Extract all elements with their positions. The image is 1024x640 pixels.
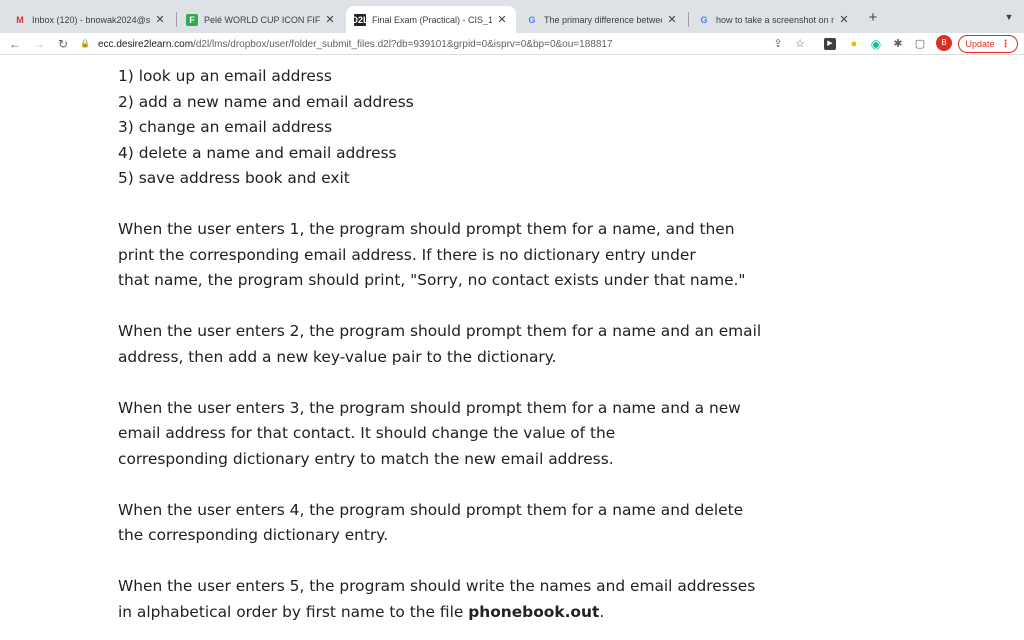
tab-title: Final Exam (Practical) - CIS_10 [372,14,492,25]
url-host: ecc.desire2learn.com [98,38,194,50]
tab-title: Inbox (120) - bnowak2024@st [32,14,150,25]
paragraph-line: that name, the program should print, "So… [118,271,746,289]
url-text: ecc.desire2learn.com/d2l/lms/dropbox/use… [98,39,613,50]
close-icon[interactable]: ✕ [838,13,850,26]
paragraph-line: the corresponding dictionary entry. [118,526,389,544]
tab-separator [688,12,689,27]
menu-option-1: 1) look up an email address [118,67,332,85]
tab-title: how to take a screenshot on m [716,14,834,25]
paragraph-line: When the user enters 2, the program shou… [118,322,762,340]
page-content: 1) look up an email address 2) add a new… [0,56,1024,640]
output-filename: phonebook.out [468,602,600,621]
profile-avatar[interactable]: B [936,35,952,51]
forward-arrow-icon[interactable]: → [30,35,48,53]
menu-option-3: 3) change an email address [118,118,333,136]
menu-option-4: 4) delete a name and email address [118,143,397,162]
paragraph-option-1: When the user enters 1, the program shou… [118,217,778,294]
exam-instructions: 1) look up an email address 2) add a new… [118,64,778,625]
google-icon: G [700,14,708,25]
paragraph-line: print the corresponding email address. I… [118,245,696,264]
gmail-icon: M [16,14,24,25]
close-icon[interactable]: ✕ [496,13,508,26]
futbin-icon: F [186,13,198,26]
tab-strip: M Inbox (120) - bnowak2024@st ✕ F Pelé W… [0,0,1024,33]
update-label: Update [965,39,995,49]
tab-final-exam[interactable]: D2L Final Exam (Practical) - CIS_10 ✕ [346,6,516,33]
back-arrow-icon[interactable]: ← [6,35,24,53]
grammarly-icon[interactable]: ◉ [868,36,884,52]
paragraph-line: When the user enters 1, the program shou… [118,220,735,238]
tab-separator [176,12,177,27]
kebab-menu-icon: ⋮ [1000,38,1011,50]
tab-search-chevron-icon[interactable]: ▼ [1002,9,1016,25]
tab-title: Pelé WORLD CUP ICON FIFA 2 [204,14,320,25]
menu-option-2: 2) add a new name and email address [118,92,414,111]
update-button[interactable]: Update ⋮ [958,35,1018,53]
new-tab-plus-icon[interactable]: + [864,9,882,27]
menu-option-5: 5) save address book and exit [118,169,350,187]
pdf-extension-icon[interactable]: ▶ [824,38,836,50]
paragraph-option-3: When the user enters 3, the program shou… [118,396,778,473]
share-icon[interactable]: ⇪ [770,36,786,52]
tab-primary-difference[interactable]: G The primary difference betwee ✕ [518,6,686,33]
reload-icon[interactable]: ↻ [54,35,72,53]
paragraph-option-5: When the user enters 5, the program shou… [118,574,778,625]
browser-toolbar: ← → ↻ 🔒 ecc.desire2learn.com/d2l/lms/dro… [0,33,1024,55]
url-path: /d2l/lms/dropbox/user/folder_submit_file… [193,38,613,50]
tab-screenshot-search[interactable]: G how to take a screenshot on m ✕ [690,6,858,33]
honey-extension-icon[interactable]: ● [846,36,862,52]
paragraph-line: address, then add a new key-value pair t… [118,347,557,366]
lock-icon[interactable]: 🔒 [80,39,90,49]
paragraph-line: When the user enters 4, the program shou… [118,500,744,519]
close-icon[interactable]: ✕ [324,13,336,26]
side-panel-icon[interactable]: ▢ [912,36,928,52]
paragraph-line: in alphabetical order by first name to t… [118,600,778,626]
paragraph-period: . [599,602,605,621]
close-icon[interactable]: ✕ [154,13,166,26]
address-bar[interactable]: 🔒 ecc.desire2learn.com/d2l/lms/dropbox/u… [80,35,780,53]
tab-gmail-inbox[interactable]: M Inbox (120) - bnowak2024@st ✕ [6,6,174,33]
paragraph-option-4: When the user enters 4, the program shou… [118,498,778,549]
google-icon: G [528,14,536,25]
tab-title: The primary difference betwee [544,14,662,25]
close-icon[interactable]: ✕ [666,13,678,26]
paragraph-line: When the user enters 5, the program shou… [118,577,756,595]
bookmark-star-icon[interactable]: ☆ [792,36,808,52]
paragraph-line: When the user enters 3, the program shou… [118,398,741,417]
extensions-puzzle-icon[interactable]: ✱ [890,36,906,52]
paragraph-text: in alphabetical order by first name to t… [118,602,469,621]
paragraph-line: email address for that contact. It shoul… [118,424,616,442]
paragraph-option-2: When the user enters 2, the program shou… [118,319,778,370]
tab-fifa[interactable]: F Pelé WORLD CUP ICON FIFA 2 ✕ [178,6,344,33]
paragraph-line: corresponding dictionary entry to match … [118,449,614,468]
d2l-icon: D2L [351,13,369,26]
